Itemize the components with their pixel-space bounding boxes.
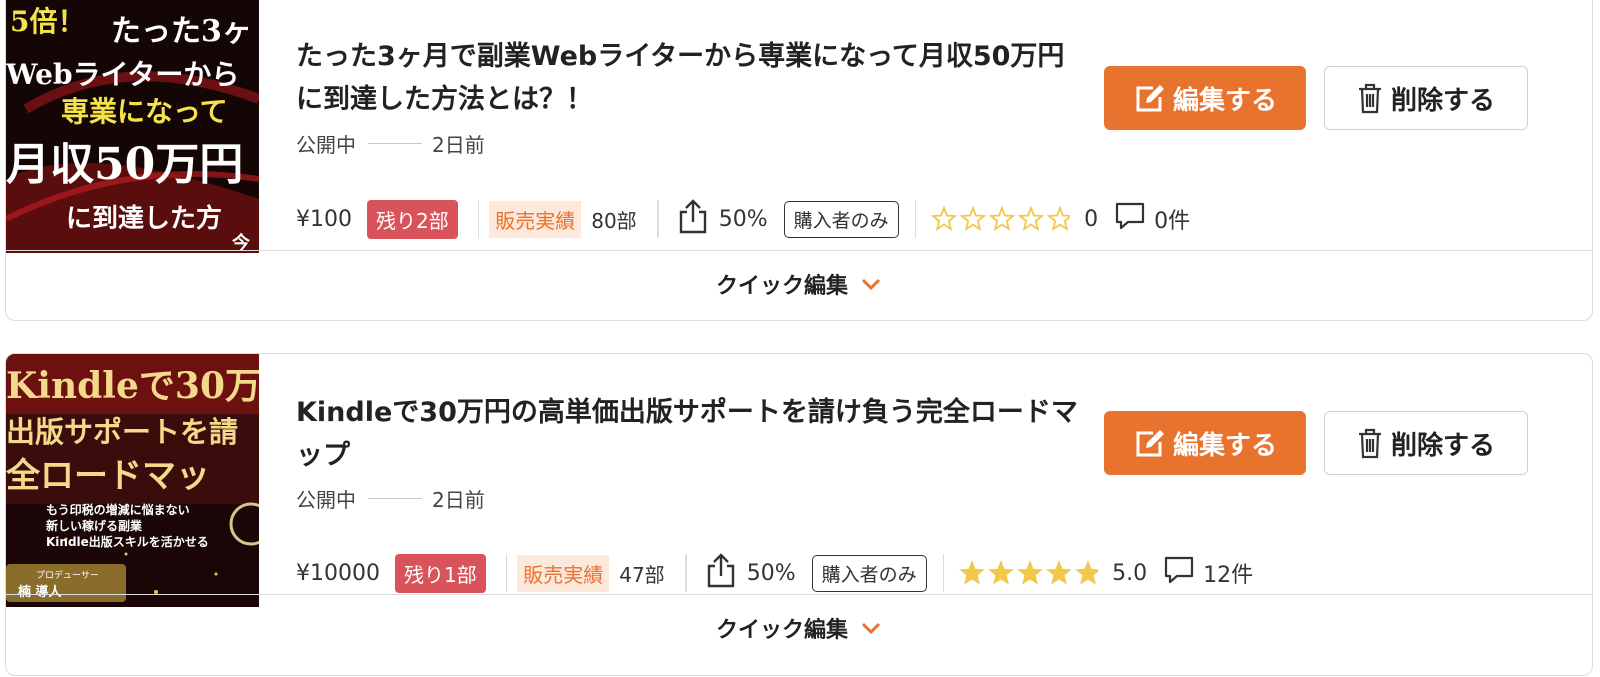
quick-edit-label: クイック編集 — [715, 274, 848, 299]
share-percent: 50% — [746, 560, 796, 586]
edit-icon — [1136, 85, 1164, 112]
remaining-badge: 残り2部 — [367, 199, 458, 239]
quick-edit-toggle[interactable]: クイック編集 — [6, 250, 1592, 317]
listing-stats: ¥10000 残り1部 販売実績 47部 50% 購入者のみ 5.0 12件 — [296, 551, 1253, 595]
divider — [914, 200, 917, 238]
divider — [505, 554, 508, 592]
thumbnail-text: Kindleで30万円 — [6, 365, 259, 407]
star-icons — [930, 205, 1071, 231]
thumbnail-image: 5倍！ たった3ヶ Webライターから 専業になって 月収50万円 に到達した方… — [6, 0, 259, 253]
thumbnail-text: 全ロードマッ — [6, 456, 210, 496]
sales-count: 80部 — [591, 208, 637, 233]
thumbnail-text: プロデューサー — [36, 569, 99, 581]
age-label: 2日前 — [432, 488, 485, 512]
sales-label: 販売実績 — [489, 200, 582, 238]
thumbnail-text: 5倍！ — [10, 5, 85, 38]
age-label: 2日前 — [432, 133, 485, 157]
rating-value: 0 — [1084, 206, 1099, 232]
buyers-only-badge: 購入者のみ — [811, 554, 927, 592]
listing-card: Kindleで30万円 出版サポートを請 全ロードマッ もう印税の増減に悩まない… — [5, 353, 1593, 676]
quick-edit-toggle[interactable]: クイック編集 — [6, 594, 1592, 661]
remaining-badge: 残り1部 — [394, 553, 486, 593]
price: ¥100 — [296, 206, 352, 232]
buyers-only-badge: 購入者のみ — [783, 200, 899, 238]
divider — [685, 554, 687, 592]
delete-button[interactable]: 削除する — [1324, 66, 1528, 130]
status-label: 公開中 — [296, 133, 356, 157]
edit-icon — [1136, 430, 1164, 457]
quick-edit-label: クイック編集 — [715, 618, 848, 643]
edit-button[interactable]: 編集する — [1104, 411, 1306, 475]
star-icons — [959, 560, 1099, 585]
thumbnail-text: Webライターから — [6, 58, 239, 91]
thumbnail-text: 出版サポートを請 — [6, 415, 238, 449]
share-icon[interactable] — [677, 198, 709, 240]
share-icon[interactable] — [705, 552, 737, 594]
divider — [368, 498, 422, 499]
thumbnail-text: たった3ヶ — [111, 14, 252, 49]
edit-button[interactable]: 編集する — [1104, 66, 1306, 130]
thumbnail-image: Kindleで30万円 出版サポートを請 全ロードマッ もう印税の増減に悩まない… — [6, 354, 259, 607]
listing-meta: 公開中 2日前 — [296, 484, 485, 513]
sales-label: 販売実績 — [517, 554, 610, 592]
listing-stats: ¥100 残り2部 販売実績 80部 50% 購入者のみ 0 0件 — [296, 197, 1190, 241]
sales-count: 47部 — [619, 562, 665, 587]
comment-icon[interactable] — [1114, 201, 1146, 237]
listing-card: 5倍！ たった3ヶ Webライターから 専業になって 月収50万円 に到達した方… — [5, 0, 1593, 321]
edit-button-label: 編集する — [1172, 430, 1277, 461]
delete-button[interactable]: 削除する — [1324, 411, 1528, 475]
price: ¥10000 — [296, 560, 380, 586]
divider — [477, 200, 480, 238]
edit-button-label: 編集する — [1172, 85, 1277, 116]
listing-title[interactable]: Kindleで30万円の高単価出版サポートを請け負う完全ロードマップ — [296, 391, 1086, 477]
delete-button-label: 削除する — [1390, 430, 1495, 461]
listing-meta: 公開中 2日前 — [296, 129, 485, 158]
divider — [368, 143, 422, 144]
listing-thumbnail[interactable]: 5倍！ たった3ヶ Webライターから 専業になって 月収50万円 に到達した方… — [6, 0, 259, 253]
listing-title[interactable]: たった3ヶ月で副業Webライターから専業になって月収50万円に到達した方法とは？… — [296, 35, 1086, 121]
chevron-down-icon — [861, 278, 881, 291]
star-rating — [958, 559, 1099, 587]
comment-icon[interactable] — [1163, 555, 1195, 591]
thumbnail-text: 新しい稼げる副業 — [46, 518, 143, 533]
thumbnail-text: もう印税の増減に悩まない — [46, 502, 190, 517]
divider — [942, 554, 945, 592]
comment-count: 12件 — [1203, 563, 1254, 588]
trash-icon — [1358, 428, 1381, 459]
rating-value: 5.0 — [1112, 560, 1148, 586]
thumbnail-text: Kindle出版スキルを活かせる — [46, 534, 209, 549]
share-percent: 50% — [718, 206, 768, 232]
divider — [657, 200, 659, 238]
star-rating — [930, 205, 1071, 233]
comment-count: 0件 — [1154, 209, 1191, 234]
thumbnail-text: 月収50万円 — [6, 139, 243, 190]
chevron-down-icon — [861, 622, 881, 635]
trash-icon — [1358, 83, 1381, 114]
thumbnail-text: 専業になって — [61, 95, 228, 128]
thumbnail-text: に到達した方 — [66, 203, 222, 234]
delete-button-label: 削除する — [1390, 85, 1495, 116]
listing-thumbnail[interactable]: Kindleで30万円 出版サポートを請 全ロードマッ もう印税の増減に悩まない… — [6, 354, 259, 607]
status-label: 公開中 — [296, 488, 356, 512]
